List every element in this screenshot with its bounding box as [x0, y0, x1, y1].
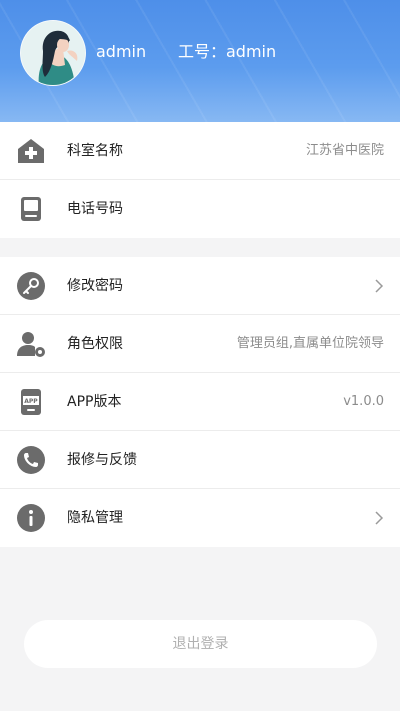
menu-item-change-password[interactable]: 修改密码: [0, 257, 400, 315]
chevron-right-icon: [375, 511, 384, 525]
department-value: 江苏省中医院: [305, 143, 384, 158]
menu-item-privacy[interactable]: 隐私管理: [0, 489, 400, 547]
role-value: 管理员组,直属单位院领导: [236, 336, 384, 351]
chevron-right-icon: [375, 279, 384, 293]
app-icon: APP: [21, 389, 41, 415]
avatar-illustration-icon: [21, 21, 85, 85]
info-icon: [17, 504, 45, 532]
menu-label: 隐私管理: [67, 510, 123, 526]
menu-label: APP版本: [67, 394, 122, 410]
menu-label: 报修与反馈: [67, 452, 137, 468]
call-icon: [17, 446, 45, 474]
profile-header: admin 工号：admin: [0, 0, 400, 122]
menu-label: 角色权限: [67, 336, 123, 352]
menu-item-repair-feedback[interactable]: 报修与反馈: [0, 431, 400, 489]
user-settings-icon: [17, 332, 45, 357]
svg-text:APP: APP: [24, 398, 38, 405]
hospital-icon: [18, 139, 44, 163]
menu-item-role-permission[interactable]: 角色权限 管理员组,直属单位院领导: [0, 315, 400, 373]
phone-device-icon: [21, 197, 41, 221]
menu-label: 科室名称: [67, 143, 123, 159]
username: admin: [96, 42, 147, 61]
logout-button[interactable]: 退出登录: [24, 620, 377, 668]
menu-item-department[interactable]: 科室名称 江苏省中医院: [0, 122, 400, 180]
version-value: v1.0.0: [343, 394, 384, 409]
menu-label: 电话号码: [67, 201, 123, 217]
info-group: 科室名称 江苏省中医院 电话号码: [0, 122, 400, 238]
menu-item-app-version[interactable]: APP APP版本 v1.0.0: [0, 373, 400, 431]
job-number: 工号：admin: [178, 42, 277, 61]
menu-label: 修改密码: [67, 278, 123, 294]
key-icon: [17, 272, 45, 300]
menu-item-phone[interactable]: 电话号码: [0, 180, 400, 238]
settings-group: 修改密码 角色权限 管理员组,直属单位院领导 APP APP版本 v1.0.0 …: [0, 257, 400, 547]
avatar[interactable]: [20, 20, 86, 86]
